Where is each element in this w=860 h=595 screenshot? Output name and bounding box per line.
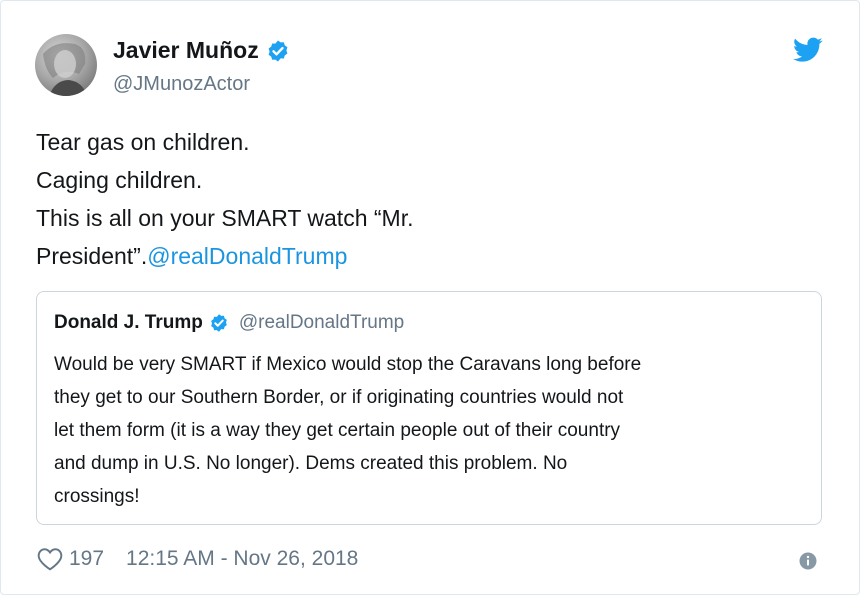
tweet-timestamp[interactable]: 12:15 AM - Nov 26, 2018 <box>126 547 358 571</box>
heart-icon[interactable] <box>37 547 63 571</box>
quoted-author-name: Donald J. Trump <box>54 312 203 333</box>
info-icon[interactable] <box>799 552 817 570</box>
tweet-line: Tear gas on children. <box>36 129 250 155</box>
quoted-line: crossings! <box>54 486 140 507</box>
quoted-tweet-text: Would be very SMART if Mexico would stop… <box>54 348 814 513</box>
quoted-line: and dump in U.S. No longer). Dems create… <box>54 453 568 474</box>
tweet-line: Caging children. <box>36 167 203 193</box>
verified-badge-icon <box>268 40 288 61</box>
quoted-line: Would be very SMART if Mexico would stop… <box>54 354 642 375</box>
quoted-tweet[interactable]: Donald J. Trump @realDonaldTrump Would b… <box>36 291 822 525</box>
avatar[interactable] <box>35 34 97 96</box>
tweet-footer: 197 12:15 AM - Nov 26, 2018 <box>37 547 358 571</box>
tweet-card: Javier Muñoz @JMunozActor Tear gas on ch… <box>0 0 860 595</box>
tweet-line-prefix: President”. <box>36 243 148 269</box>
author-handle[interactable]: @JMunozActor <box>113 73 250 96</box>
quoted-line: let them form (it is a way they get cert… <box>54 420 621 441</box>
author-name[interactable]: Javier Muñoz <box>113 37 259 64</box>
tweet-line: This is all on your SMART watch “Mr. <box>36 205 414 231</box>
tweet-line-last: President”.@realDonaldTrump <box>36 237 596 275</box>
quoted-tweet-header: Donald J. Trump @realDonaldTrump <box>54 312 404 334</box>
author-row: Javier Muñoz <box>113 37 290 64</box>
verified-badge-icon <box>211 314 227 332</box>
tweet-text: Tear gas on children. Caging children. T… <box>36 123 596 275</box>
quoted-author-handle: @realDonaldTrump <box>238 312 405 333</box>
like-count: 197 <box>69 547 105 570</box>
quoted-line: they get to our Southern Border, or if o… <box>54 387 624 408</box>
avatar-photo-icon <box>43 43 87 96</box>
mention-link[interactable]: @realDonaldTrump <box>147 243 347 269</box>
twitter-bird-icon[interactable] <box>793 37 823 63</box>
